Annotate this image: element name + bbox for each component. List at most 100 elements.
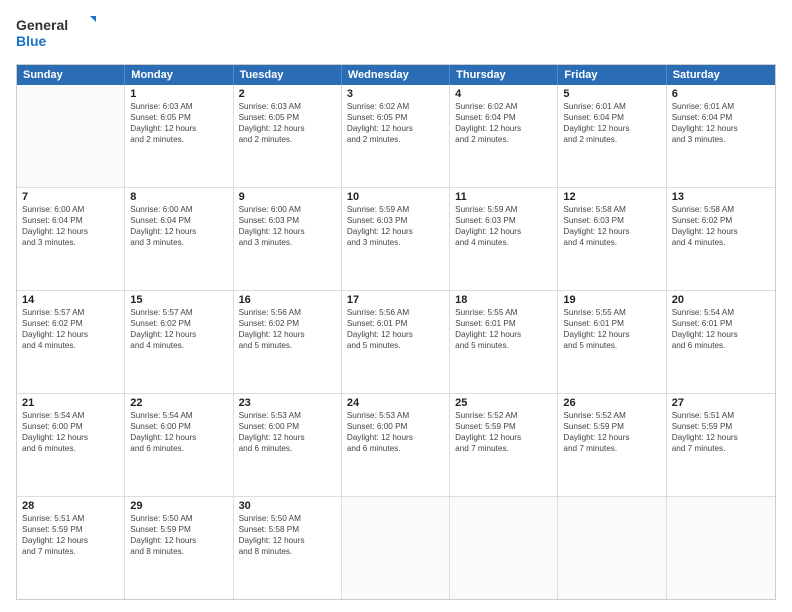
day-info: Sunrise: 5:57 AM Sunset: 6:02 PM Dayligh… [22, 307, 119, 351]
day-info: Sunrise: 6:03 AM Sunset: 6:05 PM Dayligh… [130, 101, 227, 145]
header-day-monday: Monday [125, 65, 233, 85]
day-number: 26 [563, 397, 660, 409]
day-info: Sunrise: 6:00 AM Sunset: 6:03 PM Dayligh… [239, 204, 336, 248]
calendar-row-3: 14Sunrise: 5:57 AM Sunset: 6:02 PM Dayli… [17, 291, 775, 394]
day-number: 15 [130, 294, 227, 306]
day-info: Sunrise: 5:52 AM Sunset: 5:59 PM Dayligh… [455, 410, 552, 454]
day-info: Sunrise: 5:59 AM Sunset: 6:03 PM Dayligh… [347, 204, 444, 248]
header-day-saturday: Saturday [667, 65, 775, 85]
day-info: Sunrise: 5:51 AM Sunset: 5:59 PM Dayligh… [22, 513, 119, 557]
day-cell-2: 2Sunrise: 6:03 AM Sunset: 6:05 PM Daylig… [234, 85, 342, 187]
logo-svg: General Blue [16, 12, 96, 56]
day-cell-30: 30Sunrise: 5:50 AM Sunset: 5:58 PM Dayli… [234, 497, 342, 599]
day-number: 21 [22, 397, 119, 409]
day-number: 16 [239, 294, 336, 306]
day-number: 9 [239, 191, 336, 203]
empty-cell [17, 85, 125, 187]
day-number: 20 [672, 294, 770, 306]
day-info: Sunrise: 5:54 AM Sunset: 6:01 PM Dayligh… [672, 307, 770, 351]
day-info: Sunrise: 5:50 AM Sunset: 5:58 PM Dayligh… [239, 513, 336, 557]
day-number: 23 [239, 397, 336, 409]
day-info: Sunrise: 6:01 AM Sunset: 6:04 PM Dayligh… [672, 101, 770, 145]
day-cell-5: 5Sunrise: 6:01 AM Sunset: 6:04 PM Daylig… [558, 85, 666, 187]
day-info: Sunrise: 5:56 AM Sunset: 6:02 PM Dayligh… [239, 307, 336, 351]
day-number: 13 [672, 191, 770, 203]
calendar-header: SundayMondayTuesdayWednesdayThursdayFrid… [17, 65, 775, 85]
day-cell-13: 13Sunrise: 5:58 AM Sunset: 6:02 PM Dayli… [667, 188, 775, 290]
day-cell-12: 12Sunrise: 5:58 AM Sunset: 6:03 PM Dayli… [558, 188, 666, 290]
day-info: Sunrise: 5:52 AM Sunset: 5:59 PM Dayligh… [563, 410, 660, 454]
day-cell-18: 18Sunrise: 5:55 AM Sunset: 6:01 PM Dayli… [450, 291, 558, 393]
svg-text:Blue: Blue [16, 33, 47, 49]
day-cell-22: 22Sunrise: 5:54 AM Sunset: 6:00 PM Dayli… [125, 394, 233, 496]
day-number: 17 [347, 294, 444, 306]
day-info: Sunrise: 5:54 AM Sunset: 6:00 PM Dayligh… [130, 410, 227, 454]
day-info: Sunrise: 6:03 AM Sunset: 6:05 PM Dayligh… [239, 101, 336, 145]
day-number: 25 [455, 397, 552, 409]
day-number: 10 [347, 191, 444, 203]
day-number: 29 [130, 500, 227, 512]
day-cell-14: 14Sunrise: 5:57 AM Sunset: 6:02 PM Dayli… [17, 291, 125, 393]
header-day-thursday: Thursday [450, 65, 558, 85]
day-number: 6 [672, 88, 770, 100]
day-cell-15: 15Sunrise: 5:57 AM Sunset: 6:02 PM Dayli… [125, 291, 233, 393]
logo: General Blue [16, 12, 96, 56]
day-info: Sunrise: 6:02 AM Sunset: 6:04 PM Dayligh… [455, 101, 552, 145]
day-number: 1 [130, 88, 227, 100]
day-cell-9: 9Sunrise: 6:00 AM Sunset: 6:03 PM Daylig… [234, 188, 342, 290]
day-number: 22 [130, 397, 227, 409]
calendar-row-2: 7Sunrise: 6:00 AM Sunset: 6:04 PM Daylig… [17, 188, 775, 291]
day-number: 19 [563, 294, 660, 306]
day-cell-10: 10Sunrise: 5:59 AM Sunset: 6:03 PM Dayli… [342, 188, 450, 290]
day-cell-21: 21Sunrise: 5:54 AM Sunset: 6:00 PM Dayli… [17, 394, 125, 496]
day-number: 11 [455, 191, 552, 203]
day-cell-25: 25Sunrise: 5:52 AM Sunset: 5:59 PM Dayli… [450, 394, 558, 496]
day-info: Sunrise: 5:53 AM Sunset: 6:00 PM Dayligh… [347, 410, 444, 454]
header-day-friday: Friday [558, 65, 666, 85]
day-number: 2 [239, 88, 336, 100]
day-info: Sunrise: 5:55 AM Sunset: 6:01 PM Dayligh… [563, 307, 660, 351]
day-info: Sunrise: 5:53 AM Sunset: 6:00 PM Dayligh… [239, 410, 336, 454]
day-info: Sunrise: 5:56 AM Sunset: 6:01 PM Dayligh… [347, 307, 444, 351]
day-cell-3: 3Sunrise: 6:02 AM Sunset: 6:05 PM Daylig… [342, 85, 450, 187]
day-number: 14 [22, 294, 119, 306]
day-info: Sunrise: 6:01 AM Sunset: 6:04 PM Dayligh… [563, 101, 660, 145]
day-cell-7: 7Sunrise: 6:00 AM Sunset: 6:04 PM Daylig… [17, 188, 125, 290]
header-day-wednesday: Wednesday [342, 65, 450, 85]
day-cell-11: 11Sunrise: 5:59 AM Sunset: 6:03 PM Dayli… [450, 188, 558, 290]
day-info: Sunrise: 5:57 AM Sunset: 6:02 PM Dayligh… [130, 307, 227, 351]
empty-cell [450, 497, 558, 599]
day-cell-28: 28Sunrise: 5:51 AM Sunset: 5:59 PM Dayli… [17, 497, 125, 599]
day-cell-19: 19Sunrise: 5:55 AM Sunset: 6:01 PM Dayli… [558, 291, 666, 393]
day-info: Sunrise: 5:58 AM Sunset: 6:02 PM Dayligh… [672, 204, 770, 248]
header-day-tuesday: Tuesday [234, 65, 342, 85]
day-number: 24 [347, 397, 444, 409]
day-cell-8: 8Sunrise: 6:00 AM Sunset: 6:04 PM Daylig… [125, 188, 233, 290]
day-info: Sunrise: 6:00 AM Sunset: 6:04 PM Dayligh… [130, 204, 227, 248]
day-info: Sunrise: 6:02 AM Sunset: 6:05 PM Dayligh… [347, 101, 444, 145]
day-number: 3 [347, 88, 444, 100]
day-cell-17: 17Sunrise: 5:56 AM Sunset: 6:01 PM Dayli… [342, 291, 450, 393]
day-info: Sunrise: 5:51 AM Sunset: 5:59 PM Dayligh… [672, 410, 770, 454]
day-cell-29: 29Sunrise: 5:50 AM Sunset: 5:59 PM Dayli… [125, 497, 233, 599]
calendar: SundayMondayTuesdayWednesdayThursdayFrid… [16, 64, 776, 600]
day-number: 5 [563, 88, 660, 100]
day-cell-23: 23Sunrise: 5:53 AM Sunset: 6:00 PM Dayli… [234, 394, 342, 496]
day-number: 8 [130, 191, 227, 203]
calendar-row-5: 28Sunrise: 5:51 AM Sunset: 5:59 PM Dayli… [17, 497, 775, 599]
day-info: Sunrise: 6:00 AM Sunset: 6:04 PM Dayligh… [22, 204, 119, 248]
day-info: Sunrise: 5:50 AM Sunset: 5:59 PM Dayligh… [130, 513, 227, 557]
calendar-row-4: 21Sunrise: 5:54 AM Sunset: 6:00 PM Dayli… [17, 394, 775, 497]
day-info: Sunrise: 5:54 AM Sunset: 6:00 PM Dayligh… [22, 410, 119, 454]
day-number: 4 [455, 88, 552, 100]
day-number: 18 [455, 294, 552, 306]
day-cell-16: 16Sunrise: 5:56 AM Sunset: 6:02 PM Dayli… [234, 291, 342, 393]
day-number: 27 [672, 397, 770, 409]
empty-cell [667, 497, 775, 599]
day-info: Sunrise: 5:55 AM Sunset: 6:01 PM Dayligh… [455, 307, 552, 351]
day-cell-6: 6Sunrise: 6:01 AM Sunset: 6:04 PM Daylig… [667, 85, 775, 187]
day-info: Sunrise: 5:59 AM Sunset: 6:03 PM Dayligh… [455, 204, 552, 248]
day-info: Sunrise: 5:58 AM Sunset: 6:03 PM Dayligh… [563, 204, 660, 248]
day-cell-27: 27Sunrise: 5:51 AM Sunset: 5:59 PM Dayli… [667, 394, 775, 496]
day-cell-20: 20Sunrise: 5:54 AM Sunset: 6:01 PM Dayli… [667, 291, 775, 393]
